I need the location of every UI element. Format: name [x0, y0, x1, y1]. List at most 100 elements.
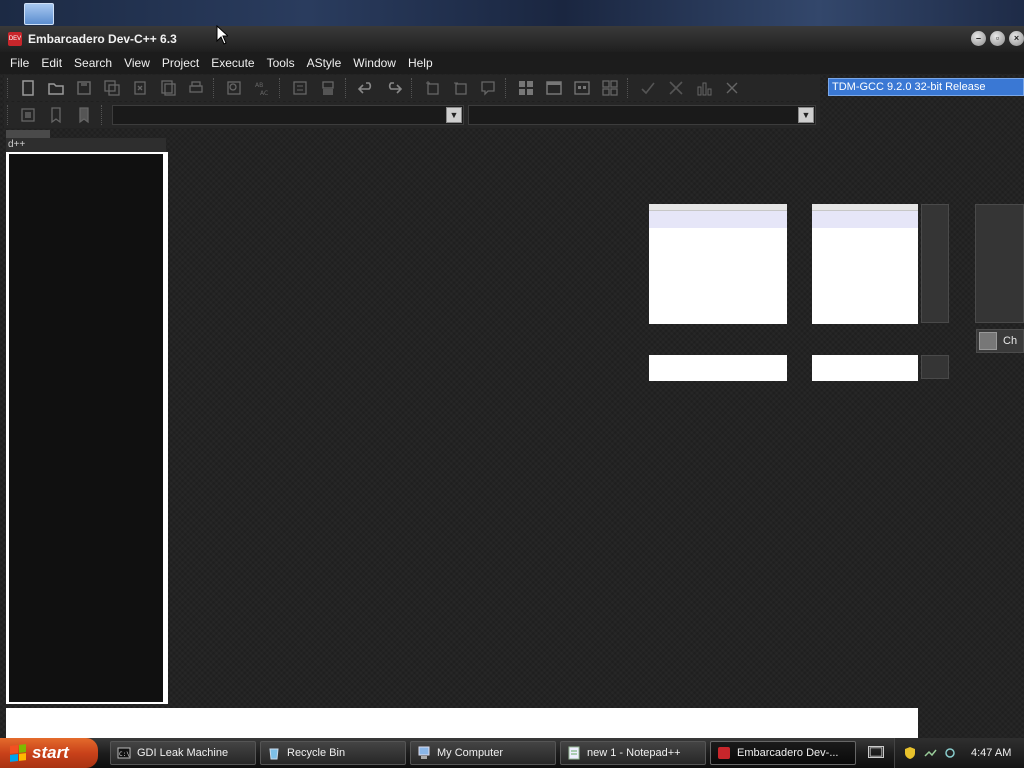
- save-all-button[interactable]: [99, 77, 125, 99]
- bookmark-icon: [51, 107, 61, 124]
- delete-class-button[interactable]: [447, 77, 473, 99]
- sync-icon[interactable]: [943, 746, 957, 760]
- close-file-button[interactable]: [127, 77, 153, 99]
- secondary-toolbar: ▼ ▼: [4, 102, 820, 128]
- stop-button[interactable]: [663, 77, 689, 99]
- ch-icon: [979, 332, 997, 350]
- list-header: [812, 204, 918, 211]
- toolbar-grip[interactable]: [505, 78, 509, 98]
- svg-text:C:\: C:\: [119, 751, 130, 758]
- chevron-down-icon[interactable]: ▼: [446, 107, 462, 123]
- toolbar-grip[interactable]: [7, 105, 11, 125]
- menu-search[interactable]: Search: [68, 56, 118, 70]
- devcpp-window: DEV Embarcadero Dev-C++ 6.3 – ▫ × File E…: [0, 26, 1024, 738]
- menu-edit[interactable]: Edit: [35, 56, 68, 70]
- minimize-button[interactable]: –: [971, 31, 986, 46]
- toolbar-grip[interactable]: [411, 78, 415, 98]
- menu-project[interactable]: Project: [156, 56, 205, 70]
- taskbar-item-devcpp[interactable]: Embarcadero Dev-...: [710, 741, 856, 765]
- delete-profile-button[interactable]: [719, 77, 745, 99]
- toolbar-grip[interactable]: [7, 78, 11, 98]
- print-button[interactable]: [183, 77, 209, 99]
- new-class-button[interactable]: [419, 77, 445, 99]
- keyboard-icon[interactable]: [868, 746, 884, 758]
- delete-class-icon: [454, 82, 467, 95]
- member-combo[interactable]: ▼: [468, 105, 816, 125]
- bookmark-goto-icon: [79, 107, 89, 124]
- menu-file[interactable]: File: [4, 56, 35, 70]
- compiler-select[interactable]: TDM-GCC 9.2.0 32-bit Release: [828, 78, 1024, 96]
- start-button[interactable]: start: [0, 738, 98, 768]
- shield-icon[interactable]: [903, 746, 917, 760]
- menu-help[interactable]: Help: [402, 56, 439, 70]
- comment-button[interactable]: [475, 77, 501, 99]
- project-tree[interactable]: [9, 154, 163, 702]
- save-icon: [77, 81, 91, 95]
- system-tray: 4:47 AM: [894, 738, 1024, 768]
- close-button[interactable]: ×: [1009, 31, 1024, 46]
- compile-run-button[interactable]: [569, 77, 595, 99]
- open-button[interactable]: [43, 77, 69, 99]
- undo-button[interactable]: [353, 77, 379, 99]
- console-icon: C:\: [117, 747, 131, 759]
- right-panel-button[interactable]: [975, 204, 1024, 323]
- indent-button[interactable]: [287, 77, 313, 99]
- comment-icon: [481, 81, 495, 96]
- list-selected-row[interactable]: [812, 211, 918, 228]
- input-field-right[interactable]: [812, 355, 918, 381]
- replace-button[interactable]: AB AC: [249, 77, 275, 99]
- new-file-button[interactable]: [15, 77, 41, 99]
- goto-line-button[interactable]: [15, 104, 41, 126]
- save-button[interactable]: [71, 77, 97, 99]
- taskbar-item-notepad-plus-plus[interactable]: new 1 - Notepad++: [560, 741, 706, 765]
- start-label: start: [32, 743, 69, 762]
- taskbar-item-gdi-leak-machine[interactable]: C:\ GDI Leak Machine: [110, 741, 256, 765]
- list-box-left[interactable]: [649, 204, 787, 324]
- list-box-right[interactable]: [812, 204, 918, 324]
- desktop-computer-icon[interactable]: [24, 3, 54, 25]
- run-button[interactable]: [541, 77, 567, 99]
- compile-button[interactable]: [513, 77, 539, 99]
- find-button[interactable]: [221, 77, 247, 99]
- toolbar-grip[interactable]: [279, 78, 283, 98]
- delete-chart-icon: [726, 82, 738, 94]
- toolbar-grip[interactable]: [627, 78, 631, 98]
- goto-icon: [21, 108, 35, 122]
- bookmark-button[interactable]: [43, 104, 69, 126]
- chevron-down-icon[interactable]: ▼: [798, 107, 814, 123]
- indent-icon: [293, 81, 307, 95]
- close-all-button[interactable]: [155, 77, 181, 99]
- taskbar-item-recycle-bin[interactable]: Recycle Bin: [260, 741, 406, 765]
- menu-astyle[interactable]: AStyle: [301, 56, 348, 70]
- left-panel-tab[interactable]: [6, 130, 50, 138]
- toolbar-grip[interactable]: [213, 78, 217, 98]
- taskbar-item-label: new 1 - Notepad++: [587, 747, 681, 759]
- unindent-button[interactable]: [315, 77, 341, 99]
- title-bar[interactable]: DEV Embarcadero Dev-C++ 6.3 – ▫ ×: [0, 26, 1024, 52]
- grid-icon: [519, 81, 533, 95]
- taskbar-item-my-computer[interactable]: My Computer: [410, 741, 556, 765]
- taskbar-item-label: Embarcadero Dev-...: [737, 747, 839, 759]
- menu-bar: File Edit Search View Project Execute To…: [0, 52, 1024, 74]
- syntax-check-button[interactable]: [635, 77, 661, 99]
- network-icon[interactable]: [923, 746, 937, 760]
- menu-window[interactable]: Window: [347, 56, 402, 70]
- folder-icon: [48, 83, 64, 95]
- maximize-button[interactable]: ▫: [990, 31, 1005, 46]
- redo-button[interactable]: [381, 77, 407, 99]
- toolbar-grip[interactable]: [345, 78, 349, 98]
- input-browse-button[interactable]: [921, 355, 949, 379]
- rebuild-button[interactable]: [597, 77, 623, 99]
- profile-button[interactable]: [691, 77, 717, 99]
- menu-view[interactable]: View: [118, 56, 156, 70]
- list-selected-row[interactable]: [649, 211, 787, 228]
- list-scroll-button[interactable]: [921, 204, 949, 323]
- ch-button[interactable]: Ch: [976, 329, 1024, 353]
- class-combo[interactable]: ▼: [112, 105, 464, 125]
- menu-tools[interactable]: Tools: [261, 56, 301, 70]
- input-field-left[interactable]: [649, 355, 787, 381]
- message-panel[interactable]: [6, 708, 918, 738]
- bookmark-goto-button[interactable]: [71, 104, 97, 126]
- toolbar-grip[interactable]: [101, 105, 105, 125]
- menu-execute[interactable]: Execute: [205, 56, 260, 70]
